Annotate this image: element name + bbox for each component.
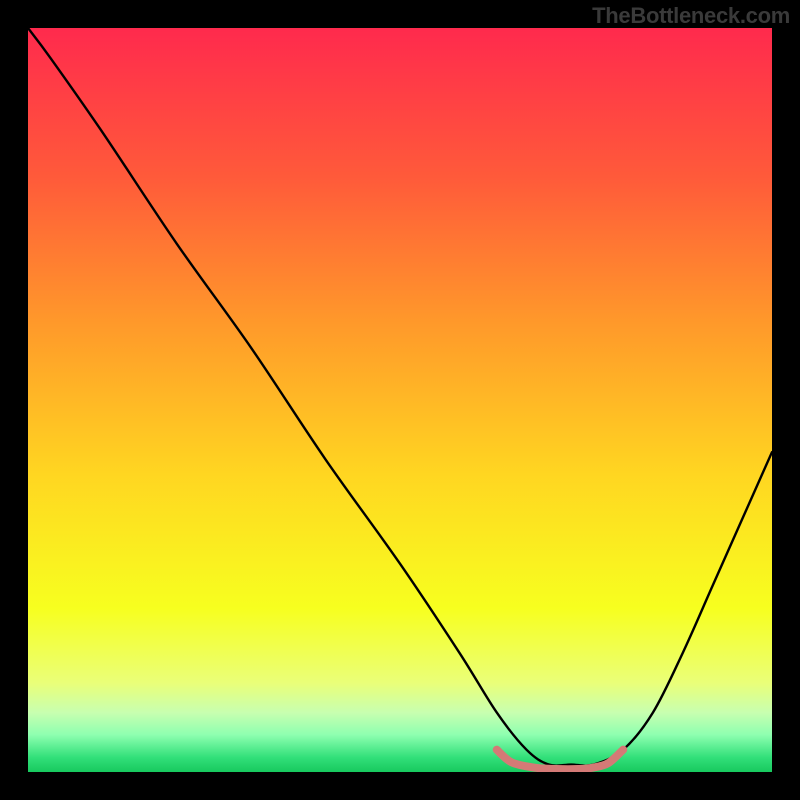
- bottleneck-curve: [28, 28, 772, 766]
- plot-area: [28, 28, 772, 772]
- curve-layer: [28, 28, 772, 772]
- chart-frame: TheBottleneck.com: [0, 0, 800, 800]
- watermark-text: TheBottleneck.com: [592, 3, 790, 29]
- optimal-band: [497, 750, 623, 770]
